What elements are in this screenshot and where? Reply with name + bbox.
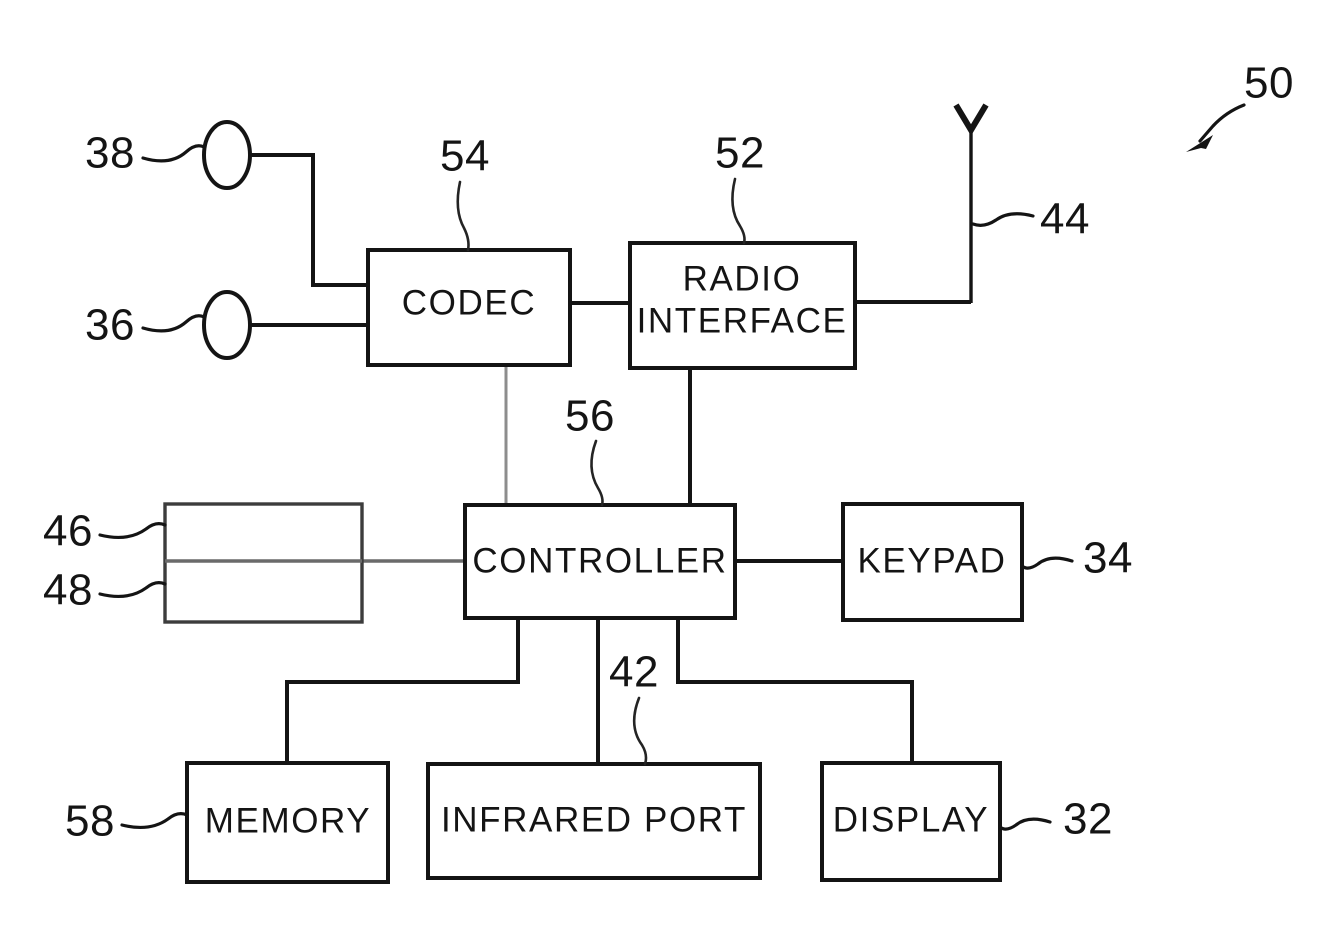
block-dual-module[interactable] — [163, 502, 364, 624]
patent-figure: CODEC RADIO INTERFACE CONTROLLER KEYPAD … — [0, 0, 1331, 949]
antenna — [953, 103, 989, 303]
ref-label-38: 38 — [85, 129, 135, 178]
ref-label-58: 58 — [65, 797, 115, 846]
leader-58 — [120, 812, 189, 830]
leader-50 — [1198, 103, 1246, 143]
leader-48 — [98, 581, 167, 599]
wire-speaker-to-codec — [250, 153, 368, 287]
block-label-infrared-port: INFRARED PORT — [441, 800, 747, 839]
ref-label-44: 44 — [1040, 195, 1090, 244]
ref-label-46: 46 — [43, 507, 93, 556]
leader-38 — [141, 144, 206, 163]
leader-52 — [731, 177, 746, 245]
microphone-icon — [202, 290, 252, 360]
leader-54 — [456, 180, 470, 252]
leader-46 — [98, 522, 167, 540]
block-label-radio-interface-line2: INTERFACE — [637, 301, 848, 340]
ref-label-50: 50 — [1244, 59, 1294, 108]
ref-label-54: 54 — [440, 132, 490, 181]
leader-44 — [971, 212, 1035, 227]
leader-42 — [632, 696, 648, 766]
speaker-icon — [202, 120, 252, 190]
ref-label-52: 52 — [715, 129, 765, 178]
block-label-keypad: KEYPAD — [857, 541, 1006, 580]
block-label-controller: CONTROLLER — [472, 541, 727, 580]
leader-32 — [998, 817, 1052, 831]
ref-label-42: 42 — [609, 648, 659, 697]
ref-label-48: 48 — [43, 566, 93, 615]
leader-56 — [590, 439, 604, 507]
leader-34 — [1020, 556, 1074, 570]
leader-50-arrowhead — [1186, 135, 1213, 152]
antenna-tip-icon — [953, 103, 989, 136]
block-label-memory: MEMORY — [205, 801, 371, 840]
wire-controller-to-display — [676, 618, 914, 763]
ref-label-34: 34 — [1083, 534, 1133, 583]
block-label-display: DISPLAY — [833, 800, 989, 839]
ref-label-56: 56 — [565, 392, 615, 441]
diagram-canvas: CODEC RADIO INTERFACE CONTROLLER KEYPAD … — [43, 59, 1294, 884]
wire-controller-to-memory — [285, 618, 520, 763]
block-label-codec: CODEC — [402, 283, 536, 322]
ref-label-32: 32 — [1063, 795, 1113, 844]
leader-36 — [141, 314, 206, 333]
ref-label-36: 36 — [85, 301, 135, 350]
block-dual-module-outline — [163, 502, 364, 624]
block-label-radio-interface-line1: RADIO — [683, 259, 802, 298]
